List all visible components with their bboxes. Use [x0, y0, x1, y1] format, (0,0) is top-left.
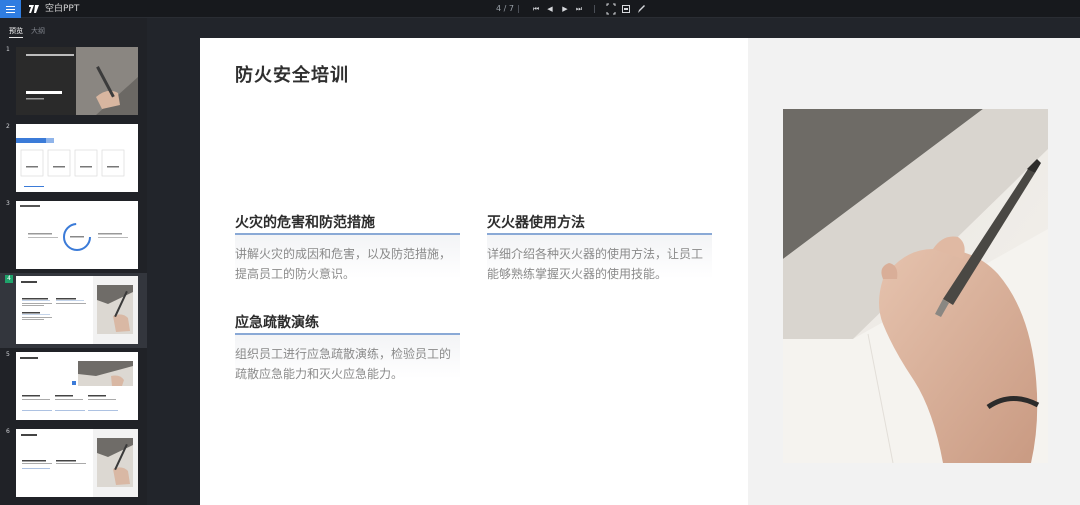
- slide-thumbnail-row[interactable]: 6: [0, 426, 147, 500]
- tab-preview[interactable]: 预览: [9, 26, 23, 36]
- prev-page-icon[interactable]: ◀: [545, 3, 555, 15]
- fullscreen-icon[interactable]: [606, 3, 616, 15]
- thumbnail-preview: [21, 429, 138, 497]
- thumbnail-preview: [20, 357, 133, 411]
- section-body-line: 提高员工的防火意识。: [235, 267, 356, 281]
- section-body: 讲解火灾的成因和危害，以及防范措施， 提高员工的防火意识。: [235, 244, 451, 284]
- section-body-line: 详细介绍各种灭火器的使用方法，让员工: [487, 247, 704, 261]
- last-page-icon[interactable]: ⏭: [574, 3, 584, 15]
- menu-icon[interactable]: [0, 0, 21, 18]
- slide-thumbnail-row[interactable]: 1: [0, 44, 147, 118]
- section-body-line: 讲解火灾的成因和危害，以及防范措施，: [235, 247, 452, 261]
- slide-thumbnail[interactable]: [16, 47, 138, 115]
- slide-number: 2: [6, 123, 10, 130]
- sidebar-tabs: 预览 大纲: [0, 18, 147, 40]
- section-heading: 灭火器使用方法: [487, 215, 585, 231]
- slide-thumbnail-row[interactable]: 3: [0, 198, 147, 272]
- section-heading: 火灾的危害和防范措施: [235, 215, 375, 231]
- section-body: 详细介绍各种灭火器的使用方法，让员工 能够熟练掌握灭火器的使用技能。: [487, 244, 703, 284]
- thumbnail-preview: [21, 276, 138, 344]
- section-body-line: 能够熟练掌握灭火器的使用技能。: [487, 267, 668, 281]
- first-page-icon[interactable]: ⏮: [531, 3, 541, 15]
- slide-thumbnail-row[interactable]: 5: [0, 349, 147, 423]
- tab-outline[interactable]: 大纲: [31, 26, 45, 36]
- slide-thumbnail[interactable]: [16, 429, 138, 497]
- section-body-line: 组织员工进行应急疏散演练，检验员工的: [235, 347, 452, 361]
- thumbnail-preview: [16, 138, 125, 187]
- slide-thumbnail[interactable]: [16, 352, 138, 420]
- next-page-icon[interactable]: ▶: [560, 3, 570, 15]
- app-logo-icon: [29, 5, 39, 13]
- slide-thumbnail-row-selected[interactable]: 4: [0, 273, 147, 348]
- section-body: 组织员工进行应急疏散演练，检验员工的 疏散应急能力和灭火应急能力。: [235, 344, 451, 384]
- slide-number: 3: [6, 200, 10, 207]
- slide-thumbnail-row[interactable]: 2: [0, 121, 147, 195]
- divider: [518, 5, 519, 13]
- thumbnail-preview: [16, 47, 138, 115]
- page-indicator: 4 / 7: [496, 4, 514, 13]
- section-heading: 应急疏散演练: [235, 315, 319, 331]
- slide-thumbnail[interactable]: [16, 276, 138, 344]
- slide-title: 防火安全培训: [235, 65, 349, 86]
- top-toolbar: 空白PPT 4 / 7 ⏮ ◀ ▶ ⏭: [0, 0, 1080, 18]
- slide-number: 5: [6, 351, 10, 358]
- slide-thumbnail[interactable]: [16, 201, 138, 269]
- pen-icon[interactable]: [636, 3, 646, 15]
- divider: [594, 5, 595, 13]
- section-body-line: 疏散应急能力和灭火应急能力。: [235, 367, 404, 381]
- slide-thumbnail[interactable]: [16, 124, 138, 192]
- hand-writing-with-pen-photo: [783, 109, 1048, 463]
- current-slide: 防火安全培训 火灾的危害和防范措施 讲解火灾的成因和危害，以及防范措施， 提高员…: [200, 38, 1080, 505]
- active-tab-underline: [9, 37, 23, 38]
- slide-number: 1: [6, 46, 10, 53]
- slide-sidebar: 预览 大纲 1 2 3 4 5 6: [0, 18, 147, 505]
- slide-number: 6: [6, 428, 10, 435]
- slide-number-badge: 4: [5, 275, 13, 283]
- app-title: 空白PPT: [45, 4, 80, 14]
- notes-icon[interactable]: [621, 3, 631, 15]
- thumbnail-preview: [20, 205, 128, 251]
